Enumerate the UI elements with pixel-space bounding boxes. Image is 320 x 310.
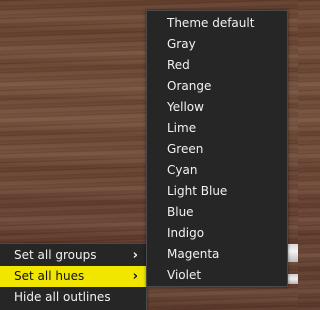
chevron-right-icon: ›	[132, 248, 138, 263]
chevron-right-icon: ›	[132, 269, 138, 284]
hue-option-label: Orange	[167, 79, 212, 93]
hue-option-label: Cyan	[167, 163, 198, 177]
hue-option-magenta[interactable]: Magenta	[147, 244, 287, 265]
hue-option-green[interactable]: Green	[147, 139, 287, 160]
hue-option-orange[interactable]: Orange	[147, 76, 287, 97]
hue-option-label: Lime	[167, 121, 197, 135]
hue-option-blue[interactable]: Blue	[147, 202, 287, 223]
hue-option-gray[interactable]: Gray	[147, 34, 287, 55]
menu-item-label: Set all hues	[14, 269, 85, 283]
context-menu: Set all groups › Set all hues › Hide all…	[0, 243, 147, 310]
hue-option-indigo[interactable]: Indigo	[147, 223, 287, 244]
hue-option-label: Green	[167, 142, 204, 156]
hue-option-label: Gray	[167, 37, 196, 51]
hue-option-light-blue[interactable]: Light Blue	[147, 181, 287, 202]
menu-item-label: Hide all outlines	[14, 290, 111, 304]
hue-option-label: Theme default	[167, 16, 255, 30]
hue-option-label: Light Blue	[167, 184, 228, 198]
hue-option-red[interactable]: Red	[147, 55, 287, 76]
hue-option-lime[interactable]: Lime	[147, 118, 287, 139]
hue-option-cyan[interactable]: Cyan	[147, 160, 287, 181]
menu-item-set-all-groups[interactable]: Set all groups ›	[0, 245, 146, 266]
menu-item-hide-all-outlines[interactable]: Hide all outlines	[0, 287, 146, 308]
hue-option-violet[interactable]: Violet	[147, 265, 287, 286]
hue-option-yellow[interactable]: Yellow	[147, 97, 287, 118]
hue-option-label: Red	[167, 58, 190, 72]
hue-option-label: Violet	[167, 268, 202, 282]
hue-option-label: Magenta	[167, 247, 220, 261]
menu-item-label: Set all groups	[14, 248, 97, 262]
hue-submenu: Theme default Gray Red Orange Yellow Lim…	[146, 10, 288, 287]
menu-item-set-all-hues[interactable]: Set all hues ›	[0, 266, 146, 287]
hue-option-label: Yellow	[167, 100, 204, 114]
hue-option-theme-default[interactable]: Theme default	[147, 13, 287, 34]
hue-option-label: Blue	[167, 205, 194, 219]
hue-option-label: Indigo	[167, 226, 205, 240]
